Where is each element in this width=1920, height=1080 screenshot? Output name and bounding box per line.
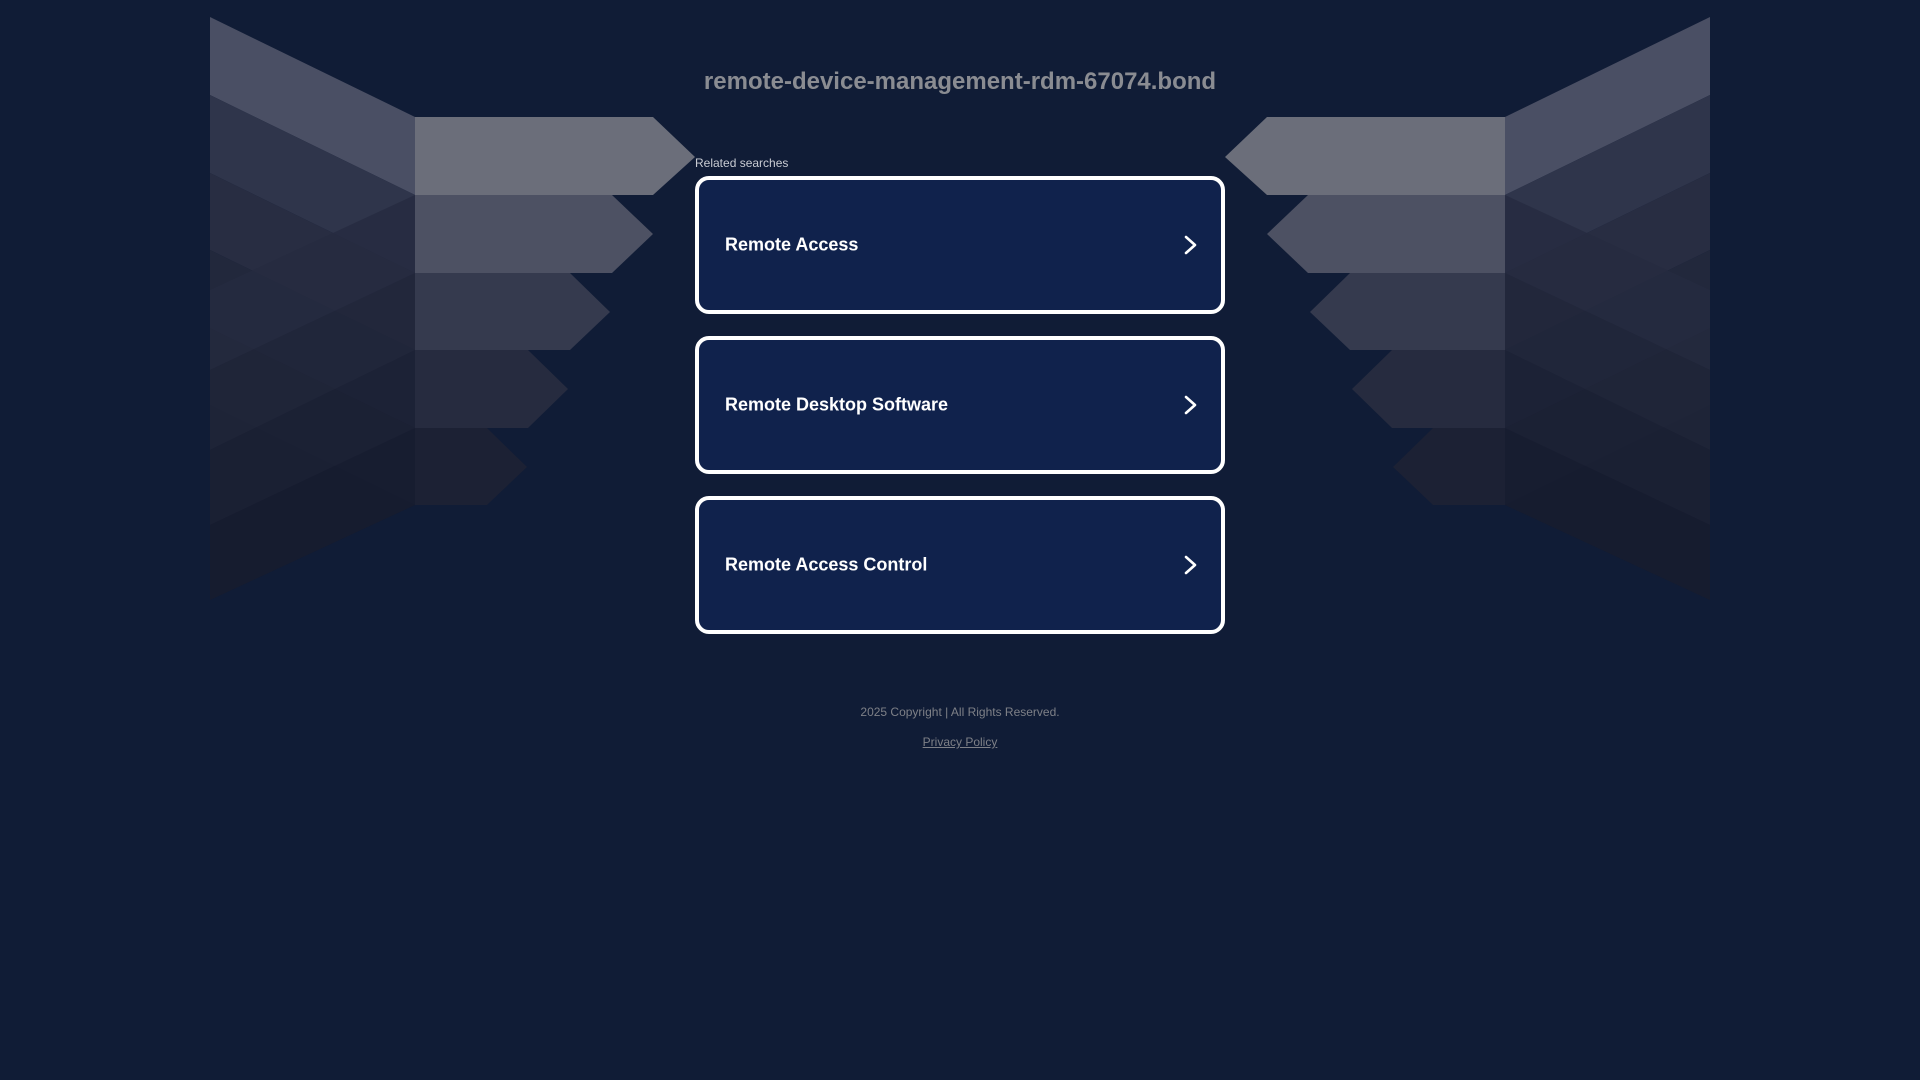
chevron-right-icon xyxy=(1184,235,1197,255)
page-title: remote-device-management-rdm-67074.bond xyxy=(703,68,1217,95)
search-card-label: Remote Access Control xyxy=(725,554,928,575)
search-card-remote-desktop-software[interactable]: Remote Desktop Software xyxy=(695,336,1225,474)
search-card-remote-access-control[interactable]: Remote Access Control xyxy=(695,496,1225,634)
related-searches-label: Related searches xyxy=(695,156,789,170)
search-card-label: Remote Access xyxy=(725,234,859,255)
privacy-policy-link[interactable]: Privacy Policy xyxy=(923,735,998,749)
search-card-remote-access[interactable]: Remote Access xyxy=(695,176,1225,314)
footer-links: Privacy Policy xyxy=(0,735,1920,749)
parked-domain-page: remote-device-management-rdm-67074.bond … xyxy=(0,0,1920,1080)
footer-copyright: 2025 Copyright | All Rights Reserved. xyxy=(860,705,1060,719)
chevron-right-icon xyxy=(1184,555,1197,575)
chevron-right-icon xyxy=(1184,395,1197,415)
search-card-label: Remote Desktop Software xyxy=(725,394,949,415)
